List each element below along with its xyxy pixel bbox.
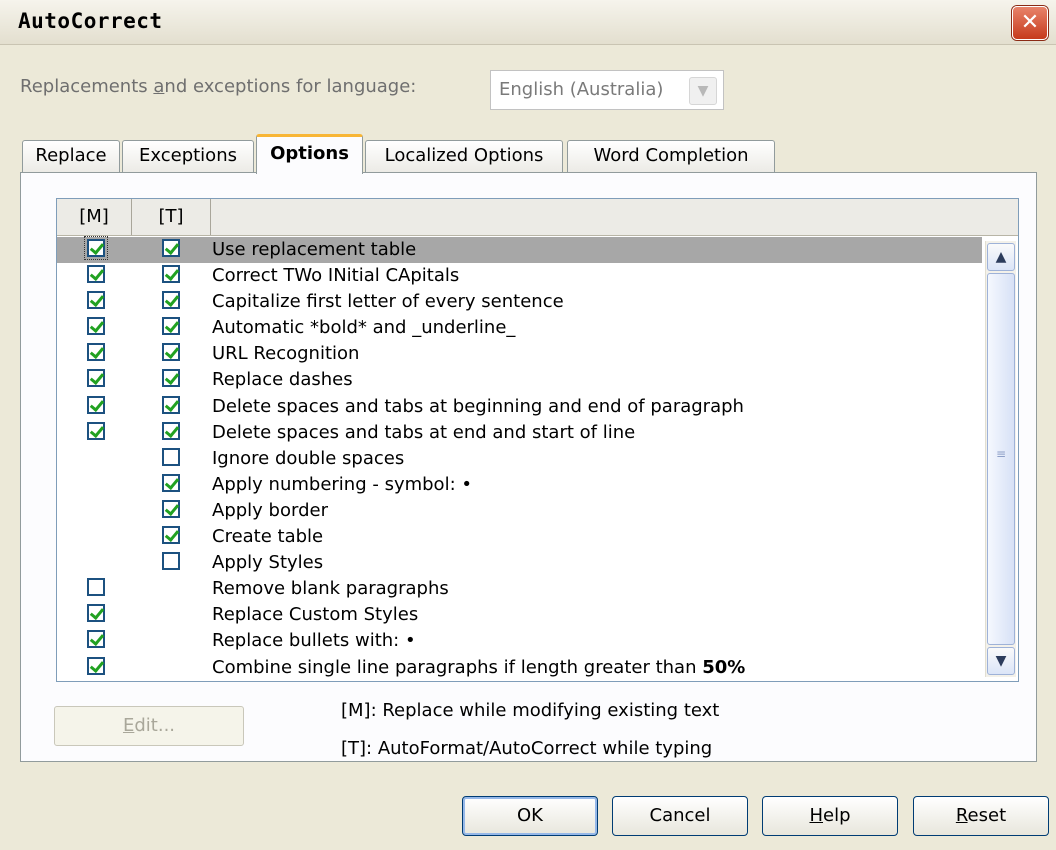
option-label: Correct TWo INitial CApitals — [212, 265, 460, 287]
help-button[interactable]: Help — [762, 796, 898, 836]
legend-t: [T]: AutoFormat/AutoCorrect while typing — [341, 738, 713, 759]
tab-options[interactable]: Options — [256, 134, 363, 174]
checkbox-m[interactable] — [84, 236, 108, 260]
option-label: Delete spaces and tabs at beginning and … — [212, 395, 744, 417]
column-header-m[interactable]: [M] — [57, 199, 132, 235]
language-label: Replacements and exceptions for language… — [20, 76, 417, 97]
list-item[interactable]: Apply border — [57, 498, 982, 524]
close-button[interactable]: ✕ — [1012, 6, 1048, 40]
list-item[interactable]: Remove blank paragraphs — [57, 576, 982, 602]
chevron-up-icon: ▲ — [995, 249, 1007, 265]
checkbox-m[interactable] — [87, 369, 105, 388]
options-list[interactable]: [M] [T] Use replacement table Correct TWo… — [56, 198, 1019, 682]
checkbox-m[interactable] — [87, 656, 105, 675]
scroll-thumb[interactable]: ≡ — [987, 273, 1015, 645]
checkbox-m[interactable] — [87, 578, 105, 597]
vertical-scrollbar[interactable]: ▲ ≡ ▼ — [985, 241, 1016, 677]
list-item[interactable]: Replace Custom Styles — [57, 602, 982, 628]
option-label: Apply border — [212, 499, 328, 521]
list-item[interactable]: Replace bullets with: • — [57, 628, 982, 654]
option-label: Replace bullets with: • — [212, 630, 416, 652]
option-label: Ignore double spaces — [212, 447, 405, 469]
checkbox-m[interactable] — [87, 317, 105, 336]
scroll-down-button[interactable]: ▼ — [987, 647, 1015, 675]
list-item[interactable]: Use replacement table — [57, 236, 982, 264]
list-item[interactable]: Ignore double spaces — [57, 446, 982, 472]
checkbox-t[interactable] — [162, 395, 180, 414]
edit-button[interactable]: Edit... — [54, 706, 244, 746]
language-value: English (Australia) — [499, 79, 664, 100]
list-item[interactable]: Combine single line paragraphs if length… — [57, 655, 982, 681]
checkbox-m[interactable] — [87, 630, 105, 649]
checkbox-t[interactable] — [162, 291, 180, 310]
list-item[interactable]: Delete spaces and tabs at beginning and … — [57, 394, 982, 420]
options-rows: Use replacement table Correct TWo INitial… — [57, 236, 982, 681]
checkbox-m[interactable] — [87, 604, 105, 623]
title-bar: AutoCorrect ✕ — [0, 0, 1056, 45]
checkbox-m[interactable] — [87, 291, 105, 310]
window-title: AutoCorrect — [18, 9, 163, 33]
chevron-down-icon: ▼ — [995, 653, 1007, 669]
checkbox-t[interactable] — [162, 447, 180, 466]
checkbox-m[interactable] — [87, 395, 105, 414]
tab-word-completion[interactable]: Word Completion — [567, 140, 775, 172]
checkbox-t[interactable] — [162, 499, 180, 518]
list-item[interactable]: Apply Styles — [57, 550, 982, 576]
option-label: Automatic *bold* and _underline_ — [212, 317, 516, 339]
column-header-t[interactable]: [T] — [132, 199, 211, 235]
scroll-up-button[interactable]: ▲ — [987, 243, 1015, 271]
option-label: Delete spaces and tabs at end and start … — [212, 421, 636, 443]
checkbox-t[interactable] — [162, 369, 180, 388]
option-label: Apply numbering - symbol: • — [212, 473, 472, 495]
checkbox-t[interactable] — [162, 239, 180, 257]
list-item[interactable]: Apply numbering - symbol: • — [57, 472, 982, 498]
language-select[interactable]: English (Australia) ▼ — [490, 70, 724, 110]
list-item[interactable]: Replace dashes — [57, 367, 982, 393]
checkbox-t[interactable] — [162, 343, 180, 362]
ok-button[interactable]: OK — [462, 796, 598, 836]
checkbox-t[interactable] — [162, 526, 180, 545]
option-label: Capitalize first letter of every sentenc… — [212, 291, 564, 313]
option-label: Remove blank paragraphs — [212, 578, 449, 600]
option-label: Apply Styles — [212, 552, 324, 574]
option-value: 50% — [702, 656, 746, 678]
tab-exceptions[interactable]: Exceptions — [122, 140, 254, 172]
list-item[interactable]: Correct TWo INitial CApitals — [57, 263, 982, 289]
list-item[interactable]: Capitalize first letter of every sentenc… — [57, 289, 982, 315]
checkbox-t[interactable] — [162, 421, 180, 440]
list-item[interactable]: URL Recognition — [57, 341, 982, 367]
grip-icon: ≡ — [996, 447, 1007, 461]
list-header: [M] [T] — [57, 199, 1018, 236]
option-label: Replace Custom Styles — [212, 604, 419, 626]
list-item[interactable]: Automatic *bold* and _underline_ — [57, 315, 982, 341]
option-label: Replace dashes — [212, 369, 353, 391]
checkbox-m[interactable] — [87, 343, 105, 362]
option-label: URL Recognition — [212, 343, 360, 365]
option-label: Combine single line paragraphs if length… — [212, 656, 746, 678]
close-icon: ✕ — [1020, 10, 1040, 35]
tab-localized-options[interactable]: Localized Options — [365, 140, 563, 172]
column-header-label — [211, 199, 1018, 235]
tab-replace[interactable]: Replace — [22, 140, 120, 172]
checkbox-m[interactable] — [87, 265, 105, 284]
legend-m: [M]: Replace while modifying existing te… — [341, 700, 720, 721]
checkbox-t[interactable] — [162, 473, 180, 492]
checkbox-t[interactable] — [162, 317, 180, 336]
option-label: Create table — [212, 526, 324, 548]
chevron-down-icon: ▼ — [689, 77, 717, 105]
cancel-button[interactable]: Cancel — [612, 796, 748, 836]
reset-button[interactable]: Reset — [913, 796, 1049, 836]
checkbox-t[interactable] — [162, 552, 180, 571]
list-item[interactable]: Delete spaces and tabs at end and start … — [57, 420, 982, 446]
list-item[interactable]: Create table — [57, 524, 982, 550]
checkbox-t[interactable] — [162, 265, 180, 284]
checkbox-m[interactable] — [87, 421, 105, 440]
option-label: Use replacement table — [212, 239, 417, 260]
